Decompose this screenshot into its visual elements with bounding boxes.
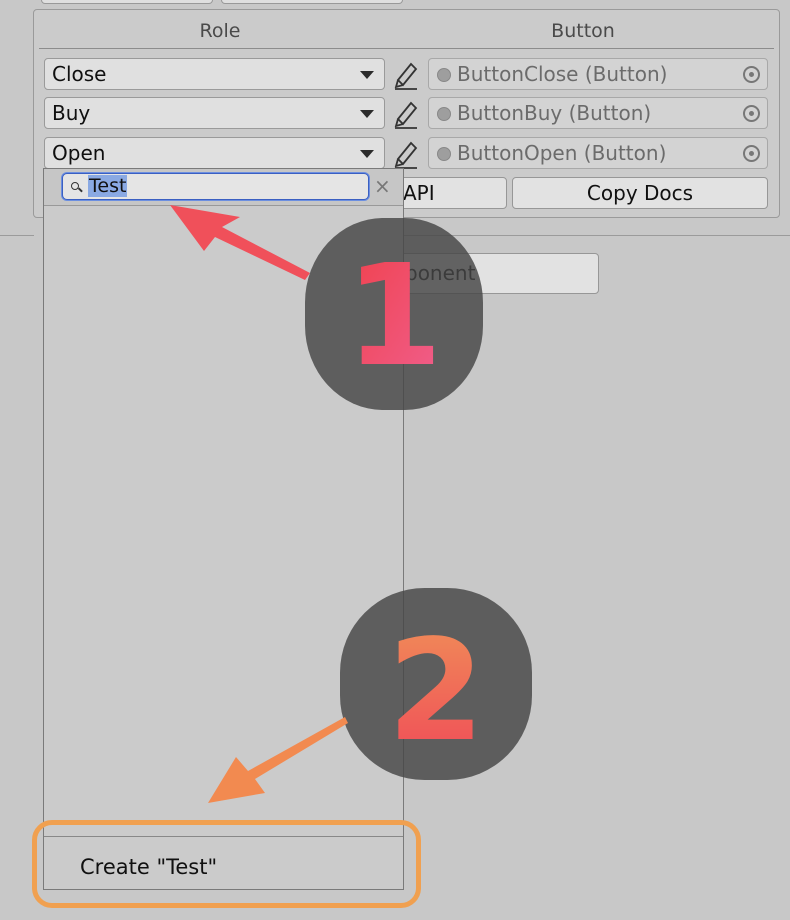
- button-column-header: Button: [551, 20, 615, 42]
- role-column-header: Role: [199, 20, 241, 42]
- copy-docs-button[interactable]: Copy Docs: [512, 177, 768, 209]
- top-field-left[interactable]: [41, 0, 213, 4]
- header-divider: [39, 48, 774, 49]
- object-field-label: ButtonBuy (Button): [457, 101, 652, 125]
- step-2-badge: 2: [340, 588, 532, 780]
- role-dropdown-open[interactable]: Open: [44, 137, 385, 169]
- search-icon: [71, 182, 79, 190]
- button-object-field-close[interactable]: ButtonClose (Button): [428, 58, 768, 90]
- object-picker-icon[interactable]: [743, 145, 760, 162]
- component-icon: [437, 147, 451, 161]
- svg-text:2: 2: [387, 614, 484, 754]
- copy-docs-label: Copy Docs: [586, 181, 694, 205]
- step-1-badge: 1: [305, 218, 483, 410]
- svg-text:1: 1: [345, 244, 442, 384]
- object-field-label: ButtonOpen (Button): [457, 141, 667, 165]
- button-object-field-buy[interactable]: ButtonBuy (Button): [428, 97, 768, 129]
- role-dropdown-label: Close: [52, 62, 107, 86]
- top-field-right[interactable]: [221, 0, 403, 4]
- search-input-value: Test: [88, 175, 128, 197]
- dropdown-arrow-icon: [360, 110, 374, 118]
- step-2-number: 2: [387, 614, 484, 754]
- object-field-label: ButtonClose (Button): [457, 62, 668, 86]
- api-button-label: API: [403, 181, 435, 205]
- section-divider-left: [0, 235, 34, 236]
- dropdown-arrow-icon: [360, 71, 374, 79]
- annotation-arrow-2: [208, 717, 348, 803]
- dropdown-arrow-icon: [360, 150, 374, 158]
- clear-search-icon[interactable]: ×: [374, 173, 391, 199]
- button-object-field-open[interactable]: ButtonOpen (Button): [428, 137, 768, 169]
- pencil-icon[interactable]: [392, 137, 420, 169]
- highlight-box: [32, 820, 421, 908]
- annotation-arrow-1: [170, 205, 310, 280]
- component-icon: [437, 107, 451, 121]
- object-picker-icon[interactable]: [743, 66, 760, 83]
- role-dropdown-close[interactable]: Close: [44, 58, 385, 90]
- role-dropdown-buy[interactable]: Buy: [44, 97, 385, 129]
- component-icon: [437, 68, 451, 82]
- role-dropdown-label: Open: [52, 141, 106, 165]
- pencil-icon[interactable]: [392, 58, 420, 90]
- pencil-icon[interactable]: [392, 97, 420, 129]
- section-divider-right: [403, 235, 790, 236]
- step-1-number: 1: [345, 244, 442, 384]
- object-picker-icon[interactable]: [743, 105, 760, 122]
- role-dropdown-label: Buy: [52, 101, 91, 125]
